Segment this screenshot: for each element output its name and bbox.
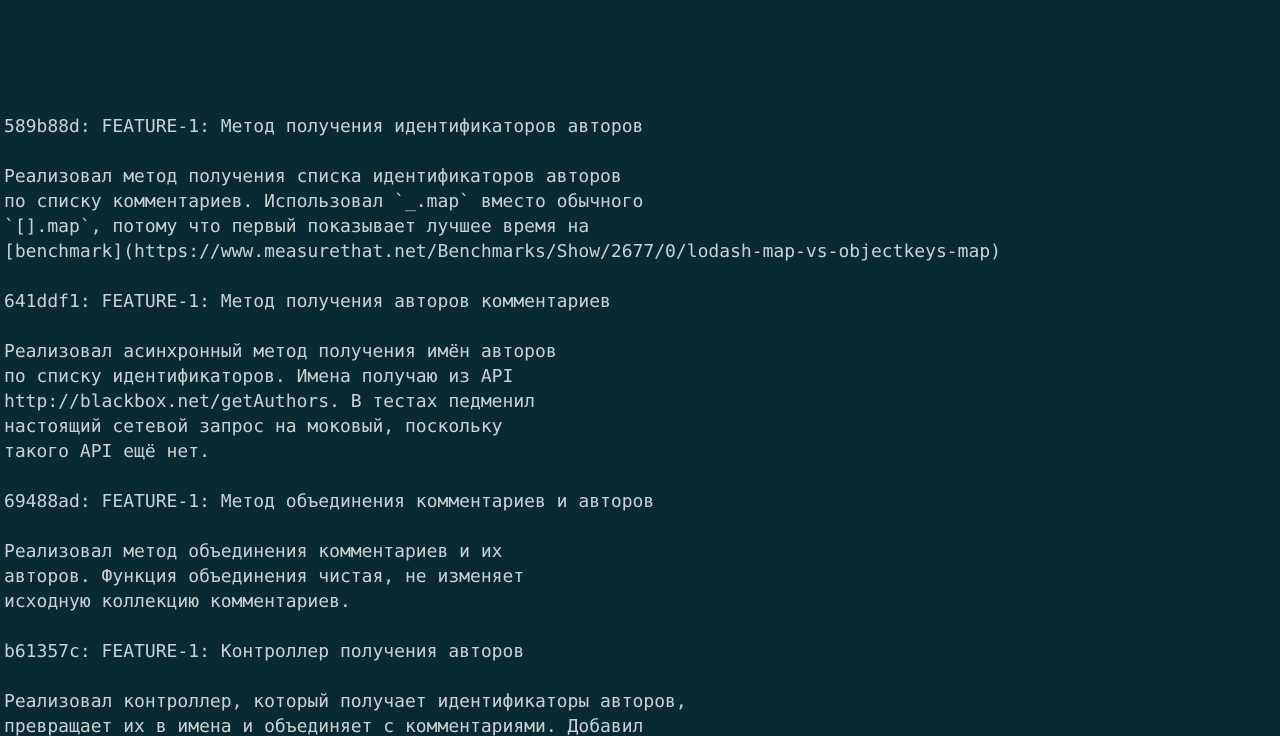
commit-header: b61357c: FEATURE-1: Контроллер получения… (4, 641, 524, 662)
commit-body: Реализовал метод получения списка иденти… (4, 166, 1001, 262)
commit-header: 589b88d: FEATURE-1: Метод получения иден… (4, 116, 643, 137)
git-log-output: 589b88d: FEATURE-1: Метод получения иден… (4, 114, 1280, 736)
commit-body: Реализовал контроллер, который получает … (4, 691, 687, 736)
commit-header: 69488ad: FEATURE-1: Метод объединения ко… (4, 491, 654, 512)
commit-body: Реализовал асинхронный метод получения и… (4, 341, 557, 462)
commit-body: Реализовал метод объединения комментарие… (4, 541, 524, 612)
commit-header: 641ddf1: FEATURE-1: Метод получения авто… (4, 291, 611, 312)
